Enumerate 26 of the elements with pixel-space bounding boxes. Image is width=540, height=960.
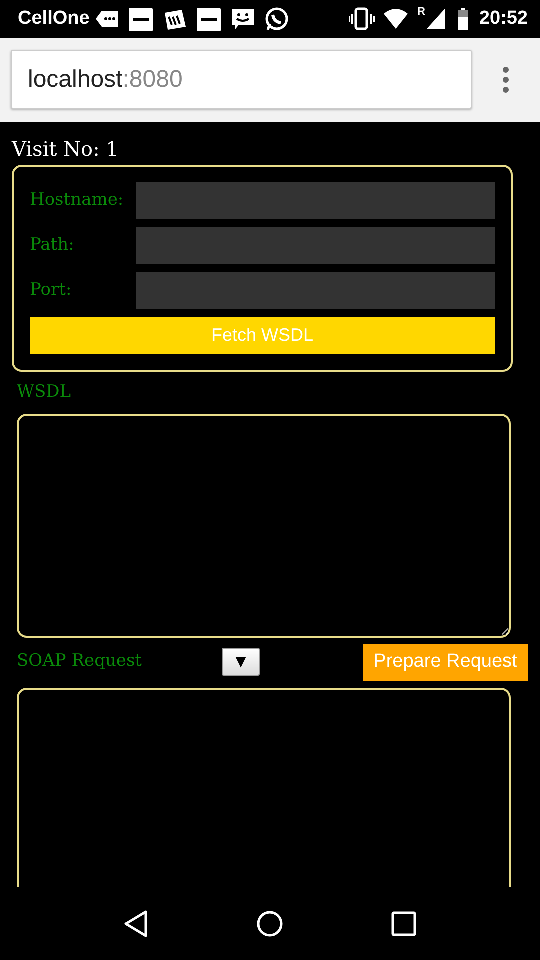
wsdl-textarea[interactable] xyxy=(17,414,511,638)
signal-icon xyxy=(425,7,448,31)
clock: 20:52 xyxy=(479,6,528,31)
dropdown-select[interactable]: ▼ xyxy=(222,648,260,676)
recents-icon[interactable] xyxy=(390,910,417,936)
app-icon xyxy=(128,7,154,31)
wsdl-label: WSDL xyxy=(17,382,72,402)
input-field[interactable] xyxy=(136,182,495,219)
vibrate-icon xyxy=(349,7,376,31)
carrier-name: CellOne xyxy=(18,6,90,31)
roaming-mark: R xyxy=(417,7,426,18)
visit-counter: Visit No: 1 xyxy=(12,137,119,161)
back-icon[interactable] xyxy=(123,910,150,938)
address-bar[interactable]: localhost:8080 xyxy=(11,50,472,109)
field-label: Port: xyxy=(30,278,73,302)
wifi-icon xyxy=(383,7,410,31)
input-field[interactable] xyxy=(136,227,495,264)
field-label: Hostname: xyxy=(30,188,125,212)
home-icon[interactable] xyxy=(256,910,284,938)
input-field[interactable] xyxy=(136,272,495,309)
field-label: Path: xyxy=(30,234,76,257)
menu-icon[interactable] xyxy=(502,67,510,93)
soap-request-label: SOAP Request xyxy=(17,650,144,674)
app-icon xyxy=(196,7,222,31)
phone-bubble-icon xyxy=(264,7,290,31)
chat-icon xyxy=(230,7,256,31)
